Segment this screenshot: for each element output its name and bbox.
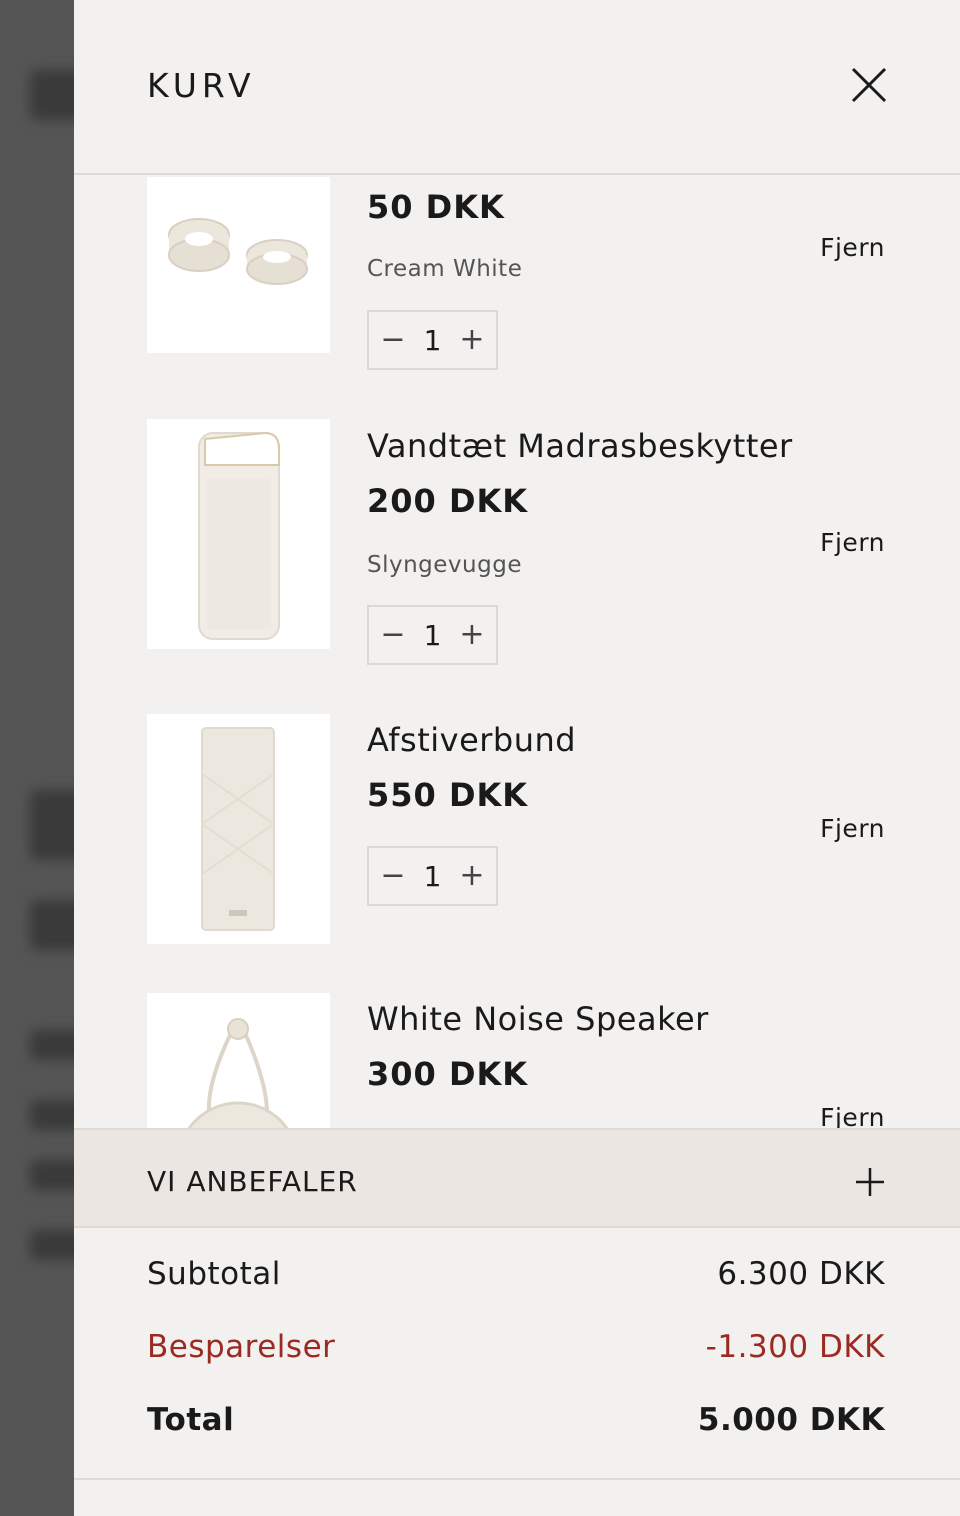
cart-header: KURV <box>74 0 960 175</box>
cart-item: Afstiverbund 550 DKK − 1 + Fjern <box>74 714 960 954</box>
savings-label: Besparelser <box>147 1329 336 1365</box>
product-name[interactable]: Afstiverbund <box>367 721 576 759</box>
cart-items-list[interactable]: 50 DKK Cream White − 1 + Fjern Vandtæt M… <box>74 177 960 1128</box>
increase-quantity-button[interactable]: + <box>458 620 486 650</box>
cart-drawer: KURV 50 DKK Cream White − 1 + Fjern Vand… <box>74 0 960 1516</box>
subtotal-label: Subtotal <box>147 1256 281 1292</box>
decrease-quantity-button[interactable]: − <box>379 620 407 650</box>
product-name[interactable]: Vandtæt Madrasbeskytter <box>367 427 793 465</box>
cart-item: White Noise Speaker 300 DKK Fjern <box>74 993 960 1128</box>
background-blur-shape <box>30 900 74 950</box>
savings-value: -1.300 DKK <box>705 1329 885 1365</box>
quantity-stepper: − 1 + <box>367 605 498 665</box>
background-blur-shape <box>30 1160 74 1190</box>
product-variant: Slyngevugge <box>367 552 522 578</box>
recommendations-label: VI ANBEFALER <box>147 1165 358 1198</box>
remove-item-button[interactable]: Fjern <box>820 528 885 557</box>
product-image <box>147 993 330 1128</box>
remove-item-button[interactable]: Fjern <box>820 814 885 843</box>
product-image <box>147 177 330 353</box>
total-label: Total <box>147 1402 235 1438</box>
subtotal-row: Subtotal 6.300 DKK <box>147 1256 885 1292</box>
product-image <box>147 419 330 649</box>
quantity-stepper: − 1 + <box>367 846 498 906</box>
savings-row: Besparelser -1.300 DKK <box>147 1329 885 1365</box>
decrease-quantity-button[interactable]: − <box>379 861 407 891</box>
background-blur-shape <box>30 790 74 860</box>
plus-icon[interactable] <box>854 1166 886 1198</box>
product-price: 50 DKK <box>367 188 505 226</box>
product-price: 300 DKK <box>367 1055 529 1093</box>
decrease-quantity-button[interactable]: − <box>379 325 407 355</box>
background-blur-shape <box>30 70 74 120</box>
product-name[interactable]: White Noise Speaker <box>367 1000 709 1038</box>
cart-title: KURV <box>147 66 256 105</box>
increase-quantity-button[interactable]: + <box>458 325 486 355</box>
background-blur-shape <box>30 1230 74 1260</box>
remove-item-button[interactable]: Fjern <box>820 233 885 262</box>
quantity-value: 1 <box>423 323 442 357</box>
product-price: 200 DKK <box>367 482 529 520</box>
remove-item-button[interactable]: Fjern <box>820 1103 885 1128</box>
product-image <box>147 714 330 944</box>
product-variant: Cream White <box>367 256 523 282</box>
subtotal-value: 6.300 DKK <box>717 1256 885 1292</box>
quantity-value: 1 <box>423 618 442 652</box>
order-summary: Subtotal 6.300 DKK Besparelser -1.300 DK… <box>74 1230 960 1480</box>
total-row: Total 5.000 DKK <box>147 1402 885 1438</box>
close-icon[interactable] <box>844 60 894 110</box>
total-value: 5.000 DKK <box>697 1402 885 1438</box>
quantity-stepper: − 1 + <box>367 310 498 370</box>
background-page-overlay <box>0 0 74 1516</box>
background-blur-shape <box>30 1100 74 1130</box>
cart-item: Vandtæt Madrasbeskytter 200 DKK Slyngevu… <box>74 419 960 679</box>
background-blur-shape <box>30 1030 74 1060</box>
product-price: 550 DKK <box>367 776 529 814</box>
increase-quantity-button[interactable]: + <box>458 861 486 891</box>
cart-item: 50 DKK Cream White − 1 + Fjern <box>74 177 960 417</box>
quantity-value: 1 <box>423 859 442 893</box>
recommendations-toggle[interactable]: VI ANBEFALER <box>74 1128 960 1228</box>
